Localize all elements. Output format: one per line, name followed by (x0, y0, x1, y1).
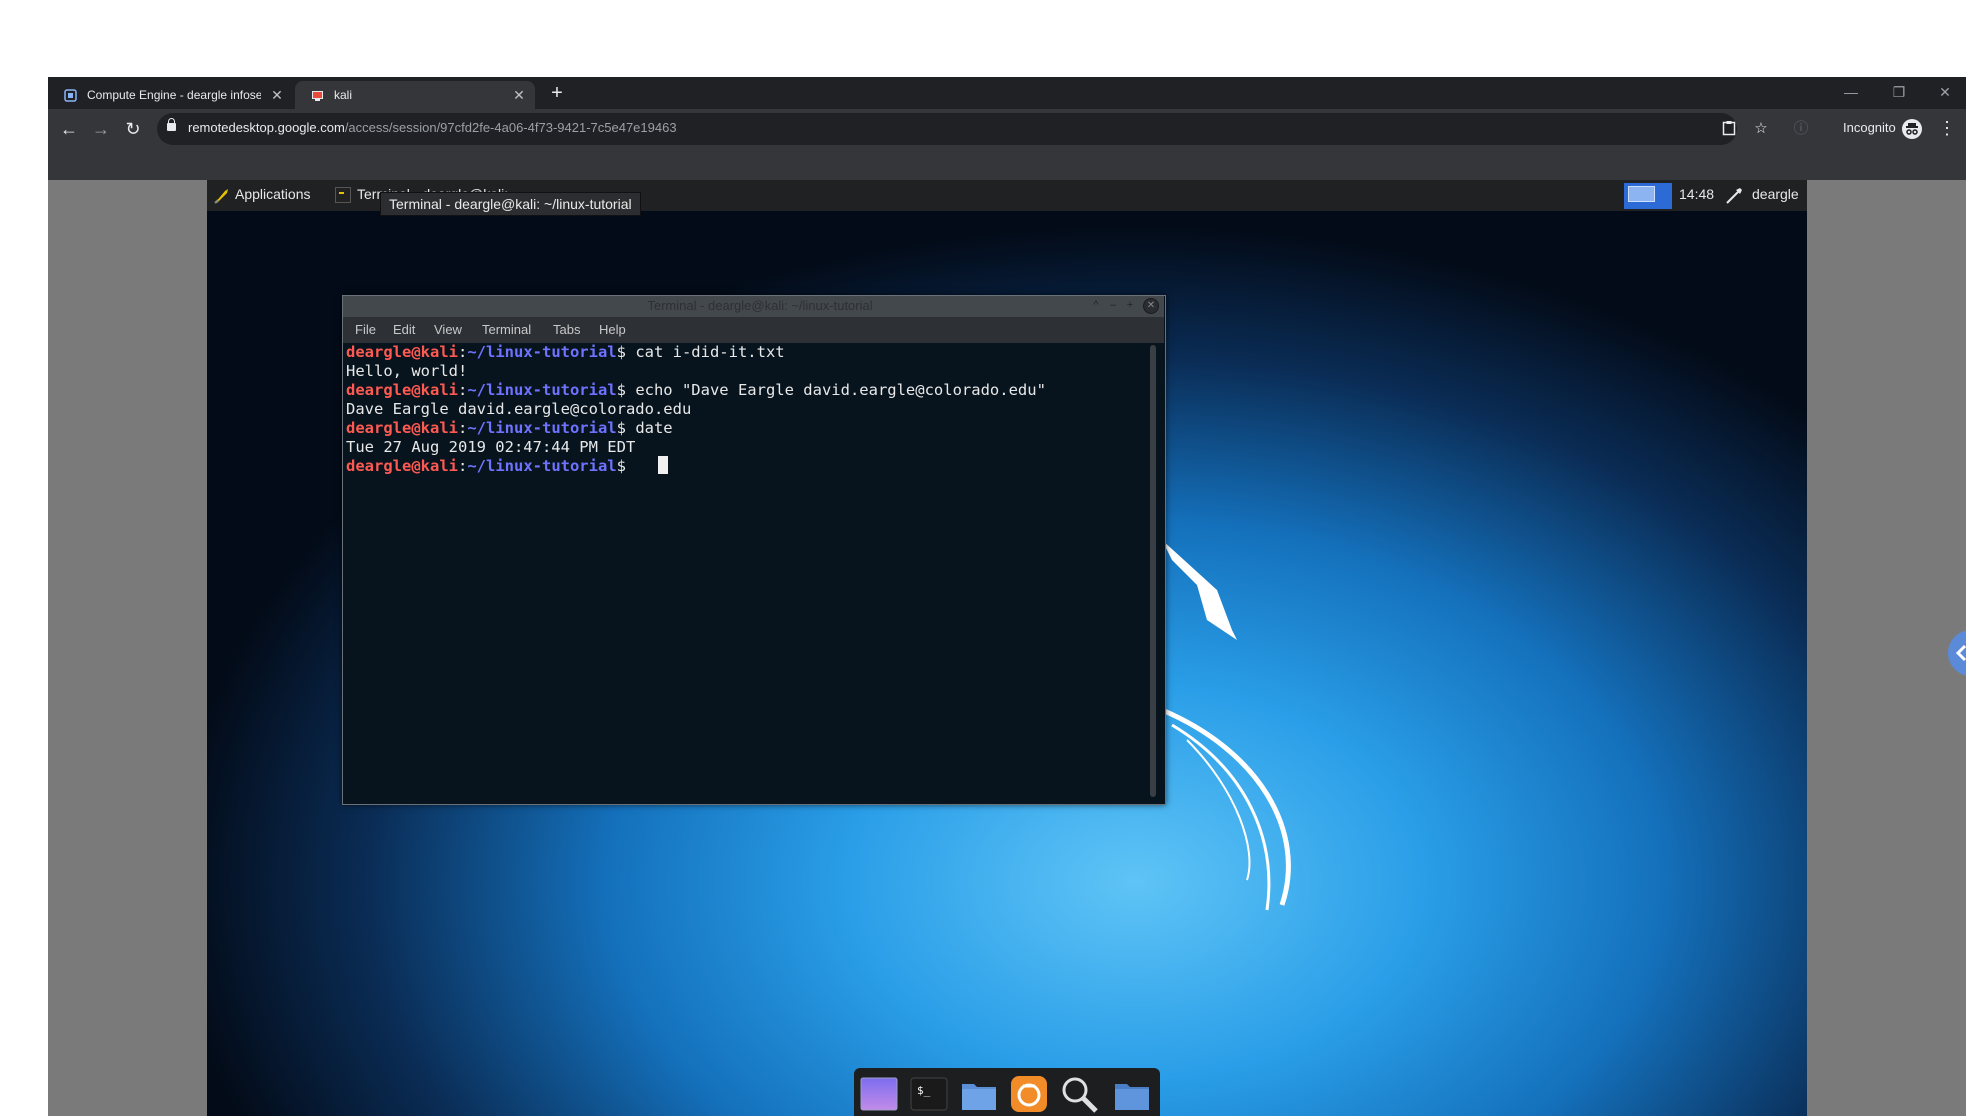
menu-help[interactable]: Help (599, 322, 626, 337)
terminal-line: Dave Eargle david.eargle@colorado.edu (346, 400, 692, 418)
url-text[interactable]: remotedesktop.google.com/access/session/… (188, 120, 677, 135)
user-switch-icon[interactable] (1724, 186, 1744, 206)
terminal-line: deargle@kali:~/linux-tutorial$ (346, 457, 636, 475)
workspace-1-thumbnail[interactable] (1628, 186, 1655, 202)
reload-icon[interactable]: ↻ (121, 117, 145, 141)
folder-icon[interactable] (959, 1074, 999, 1114)
terminal-line: deargle@kali:~/linux-tutorial$ date (346, 419, 673, 437)
minimize-window-icon[interactable]: – (1106, 298, 1120, 312)
terminal-icon[interactable]: $_ (909, 1074, 949, 1114)
shade-window-icon[interactable]: ^ (1089, 298, 1103, 312)
new-tab-icon[interactable]: + (546, 82, 568, 104)
terminal-scrollbar[interactable] (1150, 345, 1156, 797)
firefox-icon[interactable] (1009, 1074, 1049, 1114)
browser-infobar (48, 149, 1966, 180)
minimize-icon[interactable]: — (1836, 82, 1866, 102)
incognito-icon[interactable] (1902, 119, 1922, 139)
terminal-menubar (343, 317, 1164, 343)
three-dots-icon[interactable]: ⋮ (1938, 116, 1956, 140)
terminal-line: Tue 27 Aug 2019 02:47:44 PM EDT (346, 438, 636, 456)
panel-clock[interactable]: 14:48 (1679, 186, 1714, 202)
menu-file[interactable]: File (355, 322, 376, 337)
lock-icon[interactable] (167, 118, 176, 131)
chrome-remote-desktop-options-handle[interactable] (1948, 630, 1966, 676)
menu-edit[interactable]: Edit (393, 322, 415, 337)
tab-kali[interactable]: kali ✕ (295, 81, 535, 109)
restore-icon[interactable]: ❐ (1884, 82, 1914, 102)
terminal-title: Terminal - deargle@kali: ~/linux-tutoria… (647, 298, 873, 313)
tab-title: Compute Engine - deargle infosec (87, 88, 261, 102)
close-terminal-icon[interactable]: ✕ (1143, 298, 1159, 314)
terminal-line: Hello, world! (346, 362, 468, 380)
close-tab-icon[interactable]: ✕ (511, 87, 527, 104)
svg-text:$_: $_ (917, 1084, 931, 1097)
menu-view[interactable]: View (434, 322, 462, 337)
tab-compute-engine[interactable]: Compute Engine - deargle infosec ✕ (48, 81, 293, 109)
close-window-icon[interactable]: ✕ (1930, 82, 1960, 102)
remote-desktop-favicon-icon (312, 90, 323, 101)
terminal-line: deargle@kali:~/linux-tutorial$ cat i-did… (346, 343, 785, 361)
tab-title: kali (334, 88, 353, 102)
clipboard-icon[interactable] (1719, 120, 1739, 138)
star-icon[interactable]: ☆ (1751, 120, 1771, 138)
menu-terminal[interactable]: Terminal (482, 322, 531, 337)
close-tab-icon[interactable]: ✕ (269, 87, 285, 104)
kali-applications-icon[interactable] (213, 187, 231, 205)
terminal-line: deargle@kali:~/linux-tutorial$ echo "Dav… (346, 381, 1046, 399)
arrow-left-icon[interactable]: ← (57, 117, 81, 141)
maximize-window-icon[interactable]: + (1123, 298, 1137, 312)
panel-username[interactable]: deargle (1752, 186, 1799, 202)
url-host: remotedesktop.google.com (188, 120, 345, 135)
info-icon[interactable]: ⓘ (1791, 120, 1811, 138)
url-path: /access/session/97cfd2fe-4a06-4f73-9421-… (344, 120, 677, 135)
terminal-cursor (658, 456, 668, 474)
workspace-icon[interactable] (859, 1074, 899, 1114)
terminal-task-icon[interactable] (335, 187, 351, 203)
home-folder-icon[interactable] (1112, 1074, 1152, 1114)
incognito-label: Incognito (1843, 120, 1896, 135)
arrow-right-icon[interactable]: → (89, 117, 113, 141)
menu-tabs[interactable]: Tabs (553, 322, 580, 337)
taskbar-tooltip: Terminal - deargle@kali: ~/linux-tutoria… (380, 192, 641, 216)
applications-menu[interactable]: Applications (235, 186, 311, 202)
search-icon[interactable] (1059, 1074, 1099, 1114)
compute-engine-favicon-icon (64, 88, 77, 102)
terminal-output[interactable]: deargle@kali:~/linux-tutorial$ cat i-did… (346, 343, 1146, 798)
